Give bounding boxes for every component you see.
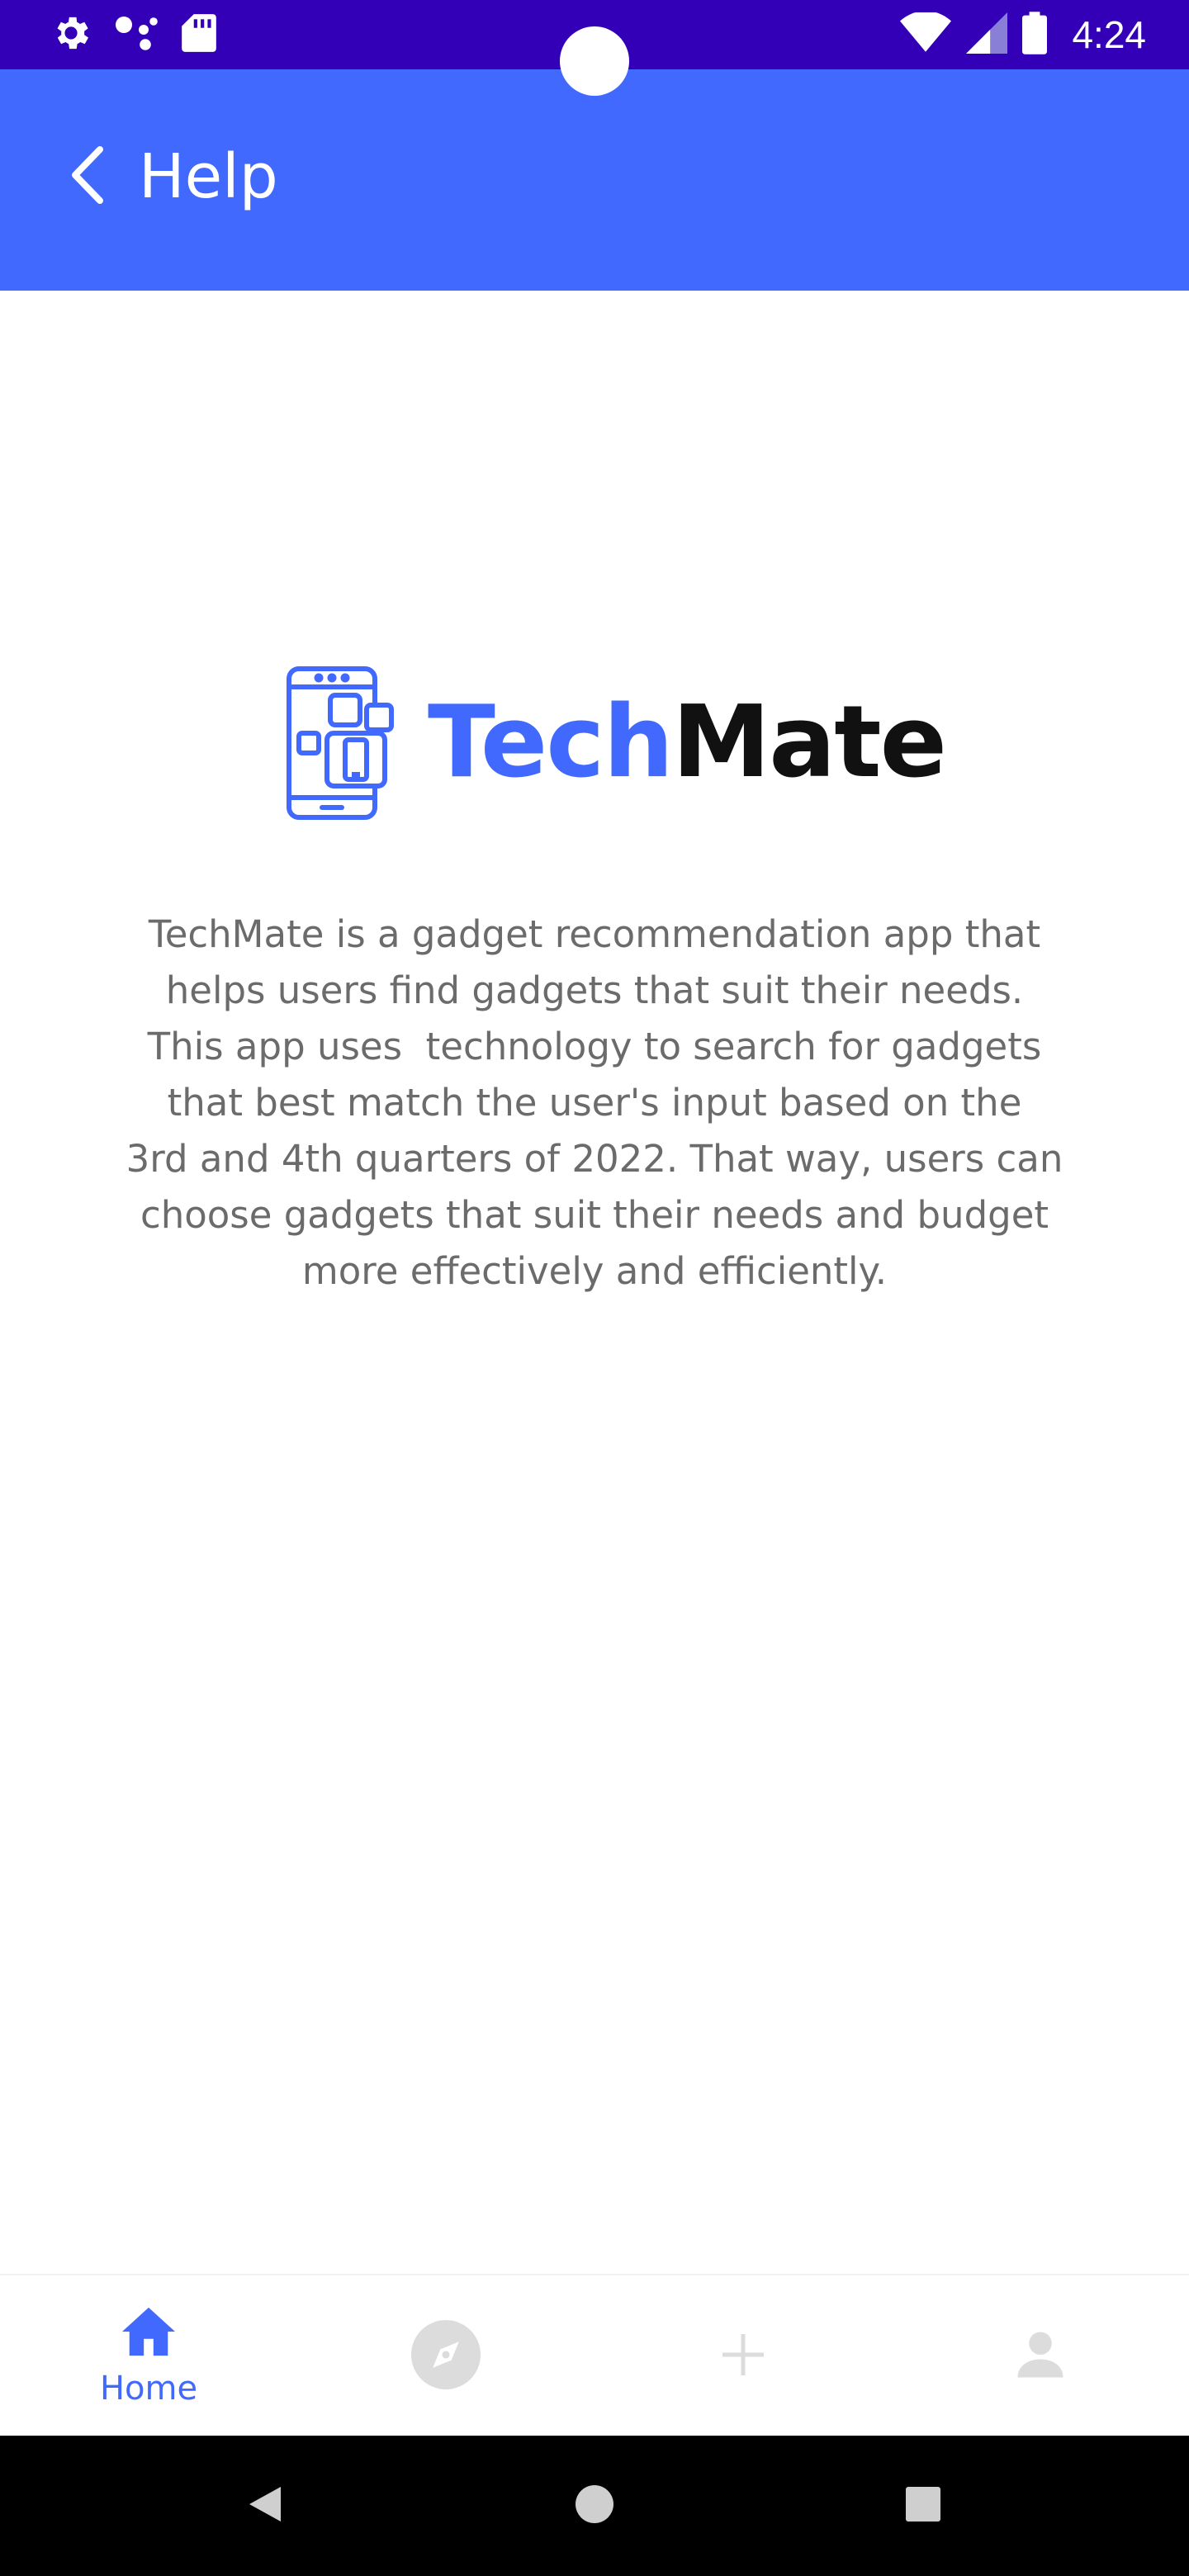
description-line: This app uses technology to search for g… xyxy=(147,1025,1042,1068)
help-screen: 4:24 Help TechMate TechMate is a gadget … xyxy=(0,0,1189,2576)
sd-card-icon xyxy=(182,12,216,57)
settings-icon xyxy=(50,12,92,58)
nav-item-home[interactable]: Home xyxy=(0,2275,297,2437)
home-icon xyxy=(119,2305,178,2361)
nav-item-profile[interactable] xyxy=(892,2275,1189,2437)
description-line: helps users find gadgets that suit their… xyxy=(165,968,1024,1012)
chevron-left-icon xyxy=(67,144,108,209)
home-circle-icon xyxy=(574,2484,615,2528)
plus-icon xyxy=(718,2330,768,2383)
system-home-button[interactable] xyxy=(566,2477,623,2535)
nav-item-explore[interactable] xyxy=(297,2275,594,2437)
description-line: choose gadgets that suit their needs and… xyxy=(140,1193,1049,1237)
back-button[interactable] xyxy=(54,144,121,210)
logo-wordmark: TechMate xyxy=(428,694,947,793)
system-back-button[interactable] xyxy=(236,2477,294,2535)
techmate-logo: TechMate xyxy=(286,661,947,826)
logo-text-mate: Mate xyxy=(671,685,947,800)
status-right-icons: 4:24 xyxy=(900,8,1146,61)
wifi-icon xyxy=(900,11,952,57)
app-description: TechMate is a gadget recommendation app … xyxy=(91,907,1098,1300)
bottom-navigation: Home xyxy=(0,2274,1189,2437)
system-recents-button[interactable] xyxy=(894,2477,952,2535)
signal-icon xyxy=(966,12,1008,57)
recents-square-icon xyxy=(904,2485,942,2526)
back-triangle-icon xyxy=(246,2484,284,2528)
assistant-dots-icon xyxy=(114,12,160,58)
person-icon xyxy=(1013,2327,1068,2385)
system-navigation-bar xyxy=(0,2436,1189,2576)
battery-icon xyxy=(1022,12,1048,58)
page-title: Help xyxy=(139,141,278,212)
status-time: 4:24 xyxy=(1072,13,1146,56)
description-line: that best match the user's input based o… xyxy=(167,1081,1022,1125)
status-left-icons xyxy=(50,8,216,61)
app-bar: Help xyxy=(0,69,1189,291)
phone-apps-icon xyxy=(286,664,398,822)
nav-item-add[interactable] xyxy=(594,2275,892,2437)
logo-text-tech: Tech xyxy=(428,685,674,800)
nav-label-home: Home xyxy=(99,2370,198,2408)
description-line: more effectively and efficiently. xyxy=(301,1249,888,1293)
description-line: 3rd and 4th quarters of 2022. That way, … xyxy=(126,1137,1063,1181)
compass-icon xyxy=(411,2320,481,2393)
camera-cutout xyxy=(560,26,629,96)
description-line: TechMate is a gadget recommendation app … xyxy=(148,912,1041,956)
